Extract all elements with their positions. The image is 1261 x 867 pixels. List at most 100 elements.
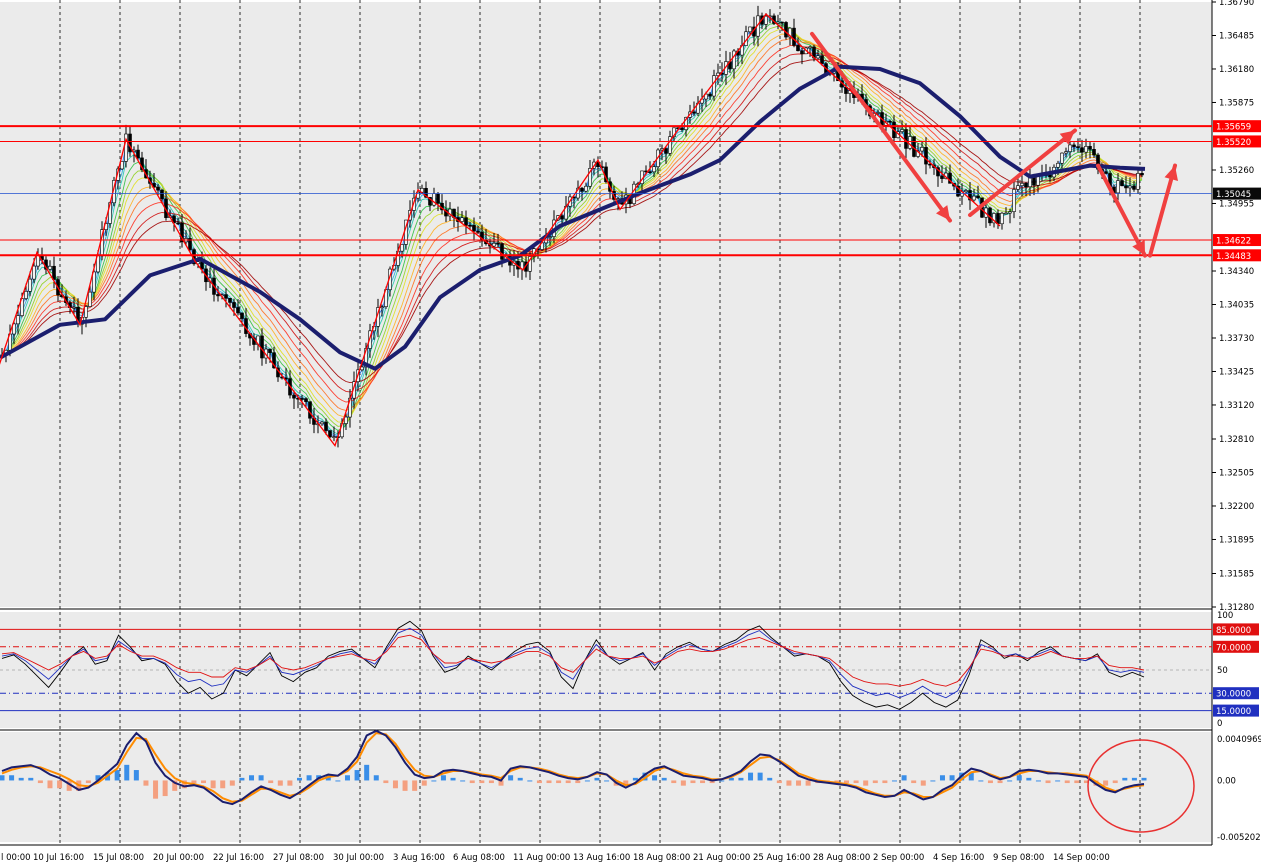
candle-body	[908, 136, 912, 149]
candle-body	[784, 22, 788, 38]
candle-body	[72, 306, 76, 309]
price-axis-label: 1.36485	[1219, 31, 1254, 41]
macd-histogram-bar	[191, 780, 197, 784]
candle-body	[780, 21, 784, 24]
candle-body	[904, 129, 908, 149]
macd-histogram-bar	[949, 775, 955, 781]
candle-body	[1116, 180, 1120, 194]
candle-body	[84, 306, 88, 318]
candle-body	[1120, 180, 1124, 187]
macd-histogram-bar	[767, 777, 773, 781]
macd-histogram-bar	[47, 780, 53, 789]
macd-histogram-bar	[939, 775, 945, 781]
macd-histogram-bar	[143, 780, 149, 786]
macd-histogram-bar	[1103, 780, 1109, 786]
macd-histogram-bar	[891, 780, 897, 782]
time-axis-label: 3 Aug 16:00	[393, 853, 445, 863]
candle-body	[1140, 173, 1144, 176]
candle-body	[664, 148, 668, 154]
candle-body	[380, 306, 384, 309]
oscillator-axis-label: 100	[1217, 611, 1233, 621]
price-axis-label: 1.35875	[1219, 98, 1254, 108]
macd-histogram-bar	[57, 780, 63, 789]
macd-histogram-bar	[1007, 780, 1013, 782]
macd-histogram-bar	[700, 780, 706, 784]
macd-histogram-bar	[354, 770, 360, 781]
candle-body	[900, 129, 904, 132]
time-axis-label: 4 Sep 16:00	[933, 853, 984, 863]
price-axis-label: 1.32505	[1219, 468, 1254, 478]
time-axis-label: 6 Aug 08:00	[453, 853, 505, 863]
candle-body	[308, 401, 312, 419]
macd-histogram-bar	[863, 780, 869, 786]
time-axis-label: 11 Aug 00:00	[513, 853, 570, 863]
candle-body	[176, 222, 180, 225]
price-axis-label: 1.35260	[1219, 166, 1254, 176]
candle-body	[560, 215, 564, 220]
candle-body	[1056, 162, 1060, 168]
chart-canvas: l 00:00 10 Jul 16:00 15 Jul 08:00 20 Jul 00…	[0, 0, 1261, 863]
time-axis-label: 10 Jul 16:00	[33, 853, 84, 863]
candle-body	[1084, 146, 1088, 153]
macd-histogram-bar	[594, 777, 600, 781]
macd-histogram-bar	[450, 777, 456, 781]
macd-histogram-bar	[671, 780, 677, 784]
candle-body	[240, 312, 244, 319]
price-level-label: 1.35659	[1216, 123, 1251, 133]
candle-body	[1072, 144, 1076, 147]
candle-body	[48, 265, 52, 270]
macd-histogram-bar	[28, 777, 34, 781]
macd-histogram-bar	[757, 772, 763, 781]
price-axis-label: 1.34035	[1219, 301, 1254, 311]
candle-body	[472, 225, 476, 232]
candle-body	[216, 294, 220, 297]
macd-histogram-bar	[796, 780, 802, 786]
macd-histogram-bar	[1035, 780, 1041, 782]
candle-body	[712, 75, 716, 97]
macd-histogram-bar	[1045, 780, 1051, 784]
time-axis-label: 22 Jul 16:00	[213, 853, 264, 863]
macd-histogram-bar	[584, 780, 590, 782]
candle-body	[820, 55, 824, 64]
macd-histogram-bar	[920, 780, 926, 786]
time-axis-label: 27 Jul 08:00	[273, 853, 324, 863]
macd-histogram-bar	[997, 780, 1003, 784]
macd-histogram-bar	[680, 780, 686, 786]
panel-background-2	[0, 732, 1212, 842]
price-axis-label: 1.31895	[1219, 535, 1254, 545]
candle-body	[964, 190, 968, 193]
candle-body	[300, 398, 304, 400]
panel-background-0	[0, 2, 1212, 607]
macd-histogram-bar	[392, 780, 398, 789]
macd-histogram-bar	[306, 775, 312, 781]
candle-body	[792, 27, 796, 46]
candle-body	[732, 50, 736, 70]
candle-body	[796, 45, 800, 52]
macd-histogram-bar	[220, 780, 226, 789]
candle-body	[548, 236, 552, 238]
time-axis-label: 13 Aug 16:00	[573, 853, 630, 863]
candle-body	[320, 421, 324, 425]
candle-body	[496, 242, 500, 245]
candle-body	[1004, 212, 1008, 215]
macd-axis-label: 0.00	[1217, 776, 1236, 786]
oscillator-level-label: 85.0000	[1216, 626, 1251, 636]
candle-body	[476, 230, 480, 233]
macd-histogram-bar	[690, 780, 696, 784]
candle-body	[268, 348, 272, 354]
price-level-label: 1.35520	[1216, 138, 1251, 148]
macd-histogram-bar	[748, 772, 754, 781]
macd-histogram-bar	[738, 777, 744, 781]
candle-body	[324, 421, 328, 431]
candle-body	[16, 315, 20, 325]
candle-body	[136, 149, 140, 159]
candle-body	[748, 26, 752, 33]
macd-histogram-bar	[1131, 777, 1137, 781]
candle-body	[492, 242, 496, 247]
candle-body	[236, 307, 240, 314]
macd-histogram-bar	[344, 775, 350, 781]
price-level-label: 1.34483	[1216, 252, 1251, 262]
candle-body	[160, 189, 164, 200]
time-axis-label: 28 Aug 08:00	[813, 853, 870, 863]
macd-histogram-bar	[805, 780, 811, 786]
